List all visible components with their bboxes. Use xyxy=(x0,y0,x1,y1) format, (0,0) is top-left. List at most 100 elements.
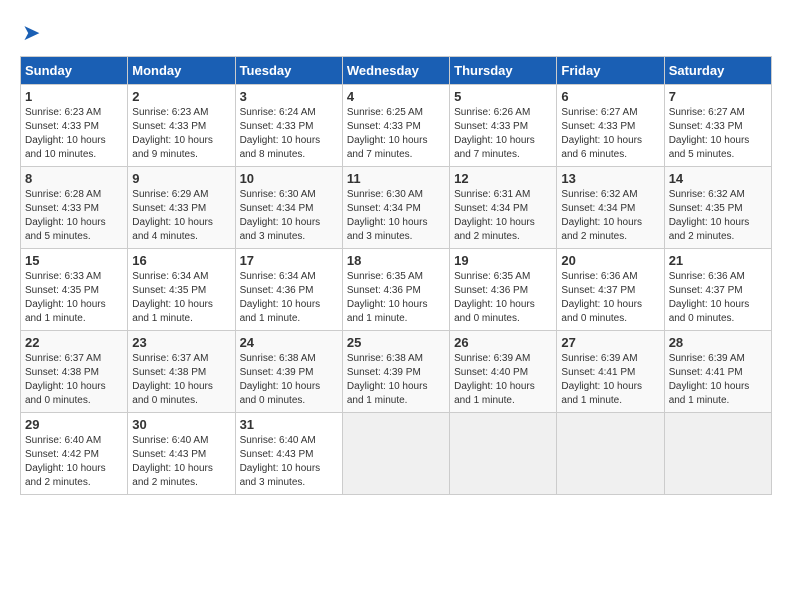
day-number: 18 xyxy=(347,253,445,268)
calendar-cell: 31 Sunrise: 6:40 AM Sunset: 4:43 PM Dayli… xyxy=(235,413,342,495)
day-info: Sunrise: 6:35 AM Sunset: 4:36 PM Dayligh… xyxy=(454,270,552,326)
day-number: 7 xyxy=(669,89,767,104)
calendar-cell: 19 Sunrise: 6:35 AM Sunset: 4:36 PM Dayli… xyxy=(450,249,557,331)
day-info: Sunrise: 6:26 AM Sunset: 4:33 PM Dayligh… xyxy=(454,106,552,162)
day-info: Sunrise: 6:39 AM Sunset: 4:41 PM Dayligh… xyxy=(561,352,659,408)
day-info: Sunrise: 6:31 AM Sunset: 4:34 PM Dayligh… xyxy=(454,188,552,244)
day-number: 6 xyxy=(561,89,659,104)
day-info: Sunrise: 6:38 AM Sunset: 4:39 PM Dayligh… xyxy=(347,352,445,408)
calendar-week-1: 1Sunrise: 6:23 AM Sunset: 4:33 PM Daylig… xyxy=(21,85,772,167)
day-number: 8 xyxy=(25,171,123,186)
calendar-cell xyxy=(664,413,771,495)
day-number: 21 xyxy=(669,253,767,268)
day-info: Sunrise: 6:30 AM Sunset: 4:34 PM Dayligh… xyxy=(347,188,445,244)
calendar-week-4: 22 Sunrise: 6:37 AM Sunset: 4:38 PM Dayli… xyxy=(21,331,772,413)
calendar-week-3: 15Sunrise: 6:33 AM Sunset: 4:35 PM Dayli… xyxy=(21,249,772,331)
day-info: Sunrise: 6:34 AM Sunset: 4:36 PM Dayligh… xyxy=(240,270,338,326)
day-number: 25 xyxy=(347,335,445,350)
day-number: 31 xyxy=(240,417,338,432)
day-number: 24 xyxy=(240,335,338,350)
header-cell-wednesday: Wednesday xyxy=(342,57,449,85)
day-info: Sunrise: 6:36 AM Sunset: 4:37 PM Dayligh… xyxy=(669,270,767,326)
day-number: 11 xyxy=(347,171,445,186)
calendar-cell: 5Sunrise: 6:26 AM Sunset: 4:33 PM Daylig… xyxy=(450,85,557,167)
calendar-cell: 9Sunrise: 6:29 AM Sunset: 4:33 PM Daylig… xyxy=(128,167,235,249)
calendar-cell xyxy=(557,413,664,495)
day-number: 16 xyxy=(132,253,230,268)
logo-bird-icon: ➤ xyxy=(22,20,40,46)
calendar-cell: 12 Sunrise: 6:31 AM Sunset: 4:34 PM Dayli… xyxy=(450,167,557,249)
header-cell-thursday: Thursday xyxy=(450,57,557,85)
day-info: Sunrise: 6:27 AM Sunset: 4:33 PM Dayligh… xyxy=(669,106,767,162)
calendar-cell: 22 Sunrise: 6:37 AM Sunset: 4:38 PM Dayli… xyxy=(21,331,128,413)
calendar-cell: 3Sunrise: 6:24 AM Sunset: 4:33 PM Daylig… xyxy=(235,85,342,167)
calendar-header: SundayMondayTuesdayWednesdayThursdayFrid… xyxy=(21,57,772,85)
calendar-cell: 1Sunrise: 6:23 AM Sunset: 4:33 PM Daylig… xyxy=(21,85,128,167)
calendar-cell: 8 Sunrise: 6:28 AM Sunset: 4:33 PM Daylig… xyxy=(21,167,128,249)
day-number: 20 xyxy=(561,253,659,268)
calendar-cell: 15Sunrise: 6:33 AM Sunset: 4:35 PM Dayli… xyxy=(21,249,128,331)
day-info: Sunrise: 6:28 AM Sunset: 4:33 PM Dayligh… xyxy=(25,188,123,244)
calendar-cell: 18 Sunrise: 6:35 AM Sunset: 4:36 PM Dayli… xyxy=(342,249,449,331)
day-number: 30 xyxy=(132,417,230,432)
day-number: 4 xyxy=(347,89,445,104)
day-info: Sunrise: 6:39 AM Sunset: 4:40 PM Dayligh… xyxy=(454,352,552,408)
day-info: Sunrise: 6:24 AM Sunset: 4:33 PM Dayligh… xyxy=(240,106,338,162)
header-row: SundayMondayTuesdayWednesdayThursdayFrid… xyxy=(21,57,772,85)
calendar-cell: 6 Sunrise: 6:27 AM Sunset: 4:33 PM Daylig… xyxy=(557,85,664,167)
day-number: 12 xyxy=(454,171,552,186)
day-info: Sunrise: 6:32 AM Sunset: 4:35 PM Dayligh… xyxy=(669,188,767,244)
calendar-cell: 7 Sunrise: 6:27 AM Sunset: 4:33 PM Daylig… xyxy=(664,85,771,167)
calendar-table: SundayMondayTuesdayWednesdayThursdayFrid… xyxy=(20,56,772,495)
day-info: Sunrise: 6:34 AM Sunset: 4:35 PM Dayligh… xyxy=(132,270,230,326)
day-number: 26 xyxy=(454,335,552,350)
day-info: Sunrise: 6:37 AM Sunset: 4:38 PM Dayligh… xyxy=(25,352,123,408)
day-info: Sunrise: 6:30 AM Sunset: 4:34 PM Dayligh… xyxy=(240,188,338,244)
calendar-week-2: 8 Sunrise: 6:28 AM Sunset: 4:33 PM Daylig… xyxy=(21,167,772,249)
calendar-cell: 28Sunrise: 6:39 AM Sunset: 4:41 PM Dayli… xyxy=(664,331,771,413)
day-number: 22 xyxy=(25,335,123,350)
calendar-cell: 27 Sunrise: 6:39 AM Sunset: 4:41 PM Dayli… xyxy=(557,331,664,413)
day-info: Sunrise: 6:40 AM Sunset: 4:42 PM Dayligh… xyxy=(25,434,123,490)
day-info: Sunrise: 6:35 AM Sunset: 4:36 PM Dayligh… xyxy=(347,270,445,326)
logo: ➤ xyxy=(20,20,40,46)
calendar-cell: 23 Sunrise: 6:37 AM Sunset: 4:38 PM Dayli… xyxy=(128,331,235,413)
day-number: 23 xyxy=(132,335,230,350)
day-info: Sunrise: 6:33 AM Sunset: 4:35 PM Dayligh… xyxy=(25,270,123,326)
calendar-cell: 14 Sunrise: 6:32 AM Sunset: 4:35 PM Dayli… xyxy=(664,167,771,249)
day-number: 14 xyxy=(669,171,767,186)
calendar-cell: 24Sunrise: 6:38 AM Sunset: 4:39 PM Dayli… xyxy=(235,331,342,413)
calendar-cell: 29 Sunrise: 6:40 AM Sunset: 4:42 PM Dayli… xyxy=(21,413,128,495)
day-info: Sunrise: 6:36 AM Sunset: 4:37 PM Dayligh… xyxy=(561,270,659,326)
calendar-cell: 2Sunrise: 6:23 AM Sunset: 4:33 PM Daylig… xyxy=(128,85,235,167)
calendar-cell: 10Sunrise: 6:30 AM Sunset: 4:34 PM Dayli… xyxy=(235,167,342,249)
day-info: Sunrise: 6:27 AM Sunset: 4:33 PM Dayligh… xyxy=(561,106,659,162)
day-number: 27 xyxy=(561,335,659,350)
day-info: Sunrise: 6:40 AM Sunset: 4:43 PM Dayligh… xyxy=(240,434,338,490)
day-number: 17 xyxy=(240,253,338,268)
day-number: 13 xyxy=(561,171,659,186)
calendar-cell xyxy=(450,413,557,495)
day-info: Sunrise: 6:23 AM Sunset: 4:33 PM Dayligh… xyxy=(132,106,230,162)
calendar-cell: 4Sunrise: 6:25 AM Sunset: 4:33 PM Daylig… xyxy=(342,85,449,167)
calendar-cell: 25 Sunrise: 6:38 AM Sunset: 4:39 PM Dayli… xyxy=(342,331,449,413)
calendar-cell: 17 Sunrise: 6:34 AM Sunset: 4:36 PM Dayli… xyxy=(235,249,342,331)
header-cell-sunday: Sunday xyxy=(21,57,128,85)
calendar-cell: 20 Sunrise: 6:36 AM Sunset: 4:37 PM Dayli… xyxy=(557,249,664,331)
day-info: Sunrise: 6:40 AM Sunset: 4:43 PM Dayligh… xyxy=(132,434,230,490)
header-cell-monday: Monday xyxy=(128,57,235,85)
header-cell-saturday: Saturday xyxy=(664,57,771,85)
day-info: Sunrise: 6:37 AM Sunset: 4:38 PM Dayligh… xyxy=(132,352,230,408)
calendar-cell: 16 Sunrise: 6:34 AM Sunset: 4:35 PM Dayli… xyxy=(128,249,235,331)
day-info: Sunrise: 6:29 AM Sunset: 4:33 PM Dayligh… xyxy=(132,188,230,244)
day-info: Sunrise: 6:23 AM Sunset: 4:33 PM Dayligh… xyxy=(25,106,123,162)
header-cell-friday: Friday xyxy=(557,57,664,85)
header: ➤ xyxy=(20,20,772,46)
day-number: 19 xyxy=(454,253,552,268)
calendar-cell: 30 Sunrise: 6:40 AM Sunset: 4:43 PM Dayli… xyxy=(128,413,235,495)
calendar-cell xyxy=(342,413,449,495)
day-number: 29 xyxy=(25,417,123,432)
day-info: Sunrise: 6:32 AM Sunset: 4:34 PM Dayligh… xyxy=(561,188,659,244)
calendar-week-5: 29 Sunrise: 6:40 AM Sunset: 4:42 PM Dayli… xyxy=(21,413,772,495)
day-number: 28 xyxy=(669,335,767,350)
